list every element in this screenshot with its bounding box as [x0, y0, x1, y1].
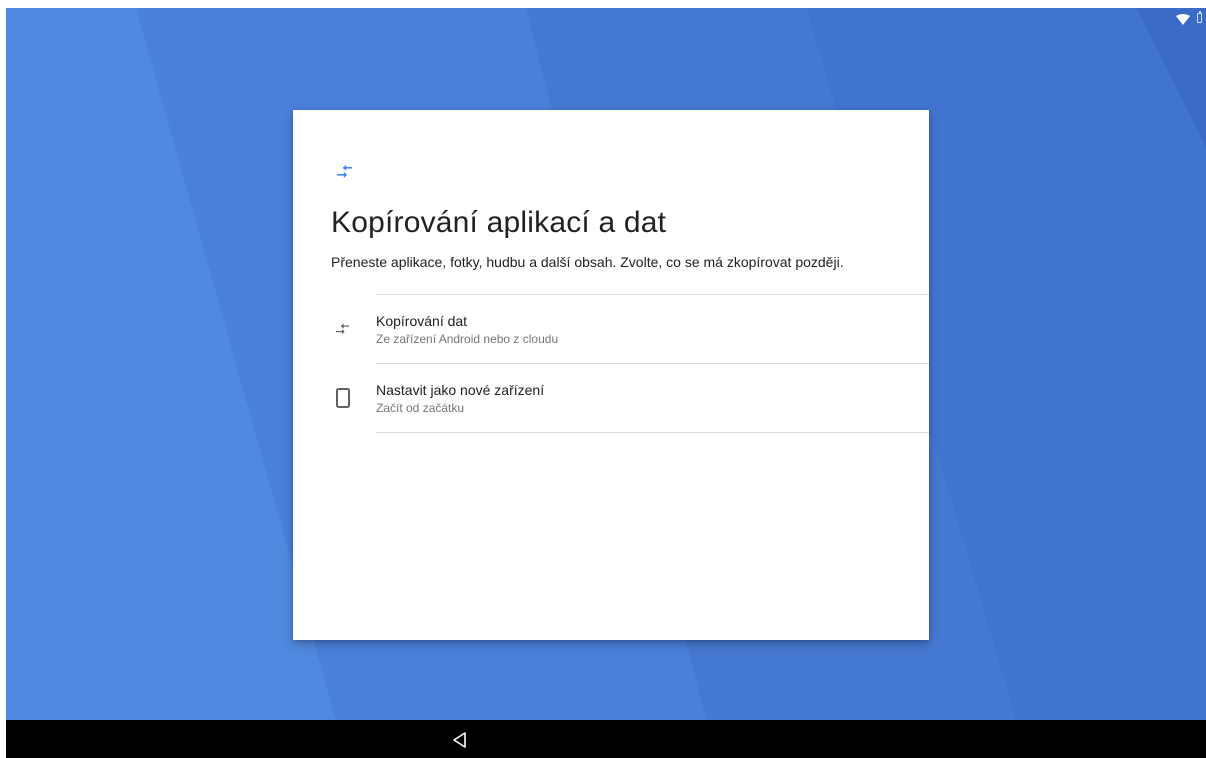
device-screen: Kopírování aplikací a dat Přeneste aplik… — [6, 8, 1206, 758]
option-copy-data[interactable]: Kopírování dat Ze zařízení Android nebo … — [293, 295, 929, 363]
option-title: Nastavit jako nové zařízení — [376, 382, 545, 398]
option-new-device[interactable]: Nastavit jako nové zařízení Začít od zač… — [293, 364, 929, 432]
wifi-icon — [1176, 14, 1190, 25]
swap-arrows-icon — [336, 323, 349, 335]
back-icon[interactable] — [450, 730, 470, 750]
setup-card: Kopírování aplikací a dat Přeneste aplik… — [293, 110, 929, 640]
page-title: Kopírování aplikací a dat — [331, 206, 667, 239]
battery-icon — [1197, 11, 1202, 23]
option-title: Kopírování dat — [376, 313, 468, 329]
option-description: Začít od začátku — [376, 401, 465, 415]
page-subtitle: Přeneste aplikace, fotky, hudbu a další … — [331, 254, 844, 270]
status-bar — [1146, 8, 1206, 30]
navigation-bar — [6, 720, 1206, 758]
divider — [376, 432, 929, 433]
option-description: Ze zařízení Android nebo z cloudu — [376, 332, 559, 346]
swap-arrows-icon — [337, 164, 352, 178]
tablet-icon — [336, 388, 350, 408]
